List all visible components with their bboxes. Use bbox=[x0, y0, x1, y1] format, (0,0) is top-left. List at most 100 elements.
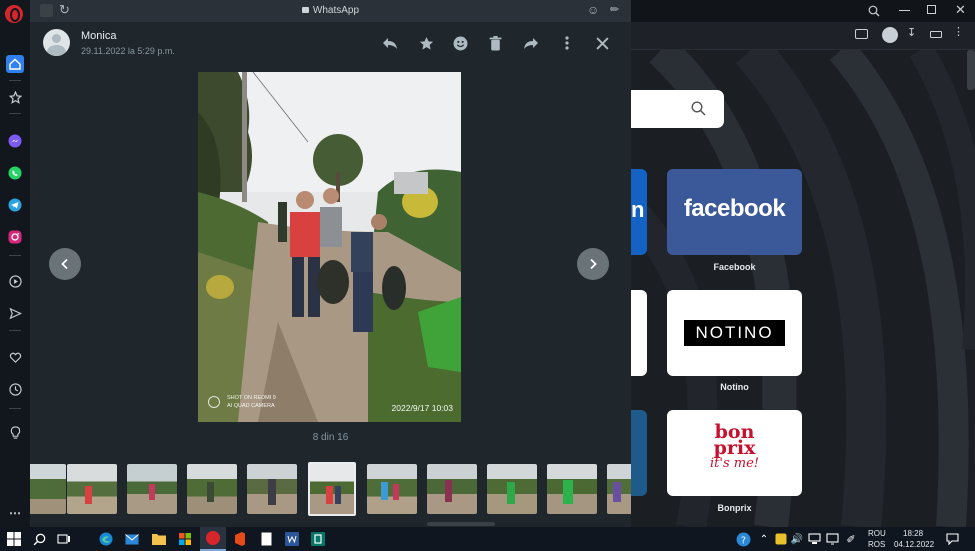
network-icon[interactable] bbox=[806, 531, 822, 547]
heart-icon[interactable] bbox=[6, 348, 24, 366]
page-scrollbar[interactable] bbox=[967, 50, 975, 90]
minimize-icon[interactable] bbox=[899, 10, 910, 11]
photo-watermark-line2: AI QUAD CAMERA bbox=[227, 403, 275, 409]
thumbnail-figure bbox=[507, 482, 515, 504]
speed-dial-bonprix[interactable]: bon prix it's me! bbox=[667, 410, 802, 496]
previous-button[interactable] bbox=[49, 248, 81, 280]
restore-icon[interactable] bbox=[927, 5, 936, 14]
thumbnail-figure bbox=[445, 480, 452, 502]
photo-watermark-line1: SHOT ON REDMI 9 bbox=[227, 395, 276, 401]
thumbnail-figure bbox=[335, 486, 341, 504]
thumbnail[interactable] bbox=[367, 464, 417, 514]
volume-icon[interactable]: 🔊 bbox=[789, 531, 805, 547]
thumbnail-strip bbox=[30, 462, 631, 516]
speed-dial-label-bonprix: Bonprix bbox=[717, 503, 752, 513]
thumbnail[interactable] bbox=[247, 464, 297, 514]
profile-icon[interactable] bbox=[882, 27, 898, 43]
forward-icon[interactable] bbox=[522, 34, 540, 52]
emoji-icon[interactable]: ☺ bbox=[587, 3, 599, 17]
tray-expand-icon[interactable]: ⌃ bbox=[756, 531, 772, 547]
media-photo[interactable]: SHOT ON REDMI 9 AI QUAD CAMERA 2022/9/17… bbox=[198, 72, 461, 422]
file-explorer-icon[interactable] bbox=[151, 531, 167, 547]
clock-date[interactable]: 04.12.2022 bbox=[894, 540, 934, 549]
notepad-icon[interactable] bbox=[258, 531, 274, 547]
thumbnail-scrollbar[interactable] bbox=[427, 522, 495, 526]
thumbnail-figure bbox=[381, 482, 388, 500]
edge-icon[interactable] bbox=[98, 531, 114, 547]
thumbnail[interactable] bbox=[127, 464, 177, 514]
bonprix-logo: bon prix it's me! bbox=[667, 423, 802, 472]
clock-time[interactable]: 18:28 bbox=[903, 529, 923, 538]
chevron-right-icon bbox=[590, 258, 597, 270]
thumbnail-figure bbox=[268, 479, 276, 505]
react-emoji-icon[interactable] bbox=[451, 34, 469, 52]
office-icon[interactable] bbox=[232, 531, 248, 547]
thumbnail[interactable] bbox=[487, 464, 537, 514]
avatar[interactable] bbox=[43, 29, 70, 56]
snapshot-icon[interactable] bbox=[855, 29, 868, 39]
next-button[interactable] bbox=[577, 248, 609, 280]
contact-name[interactable]: Monica bbox=[81, 30, 116, 42]
downloads-icon[interactable]: ↧ bbox=[907, 26, 916, 39]
speed-dial-tile-partial[interactable]: n bbox=[631, 169, 647, 255]
photo-date-stamp: 2022/9/17 10:03 bbox=[391, 403, 453, 413]
thumbnail-figure bbox=[613, 482, 621, 502]
chevron-left-icon bbox=[61, 258, 68, 270]
help-icon[interactable]: ? bbox=[735, 531, 751, 547]
window-title: WhatsApp bbox=[30, 5, 631, 16]
player-icon[interactable] bbox=[6, 272, 24, 290]
browser-window-controls: ✕ bbox=[631, 0, 975, 22]
desktop: ⋯ ✕ ↧ ⋮ n facebook Facebook NOTINO Notin… bbox=[0, 0, 975, 551]
whatsapp-icon[interactable] bbox=[6, 164, 24, 182]
language-indicator-top[interactable]: ROU bbox=[868, 529, 886, 538]
opera-logo-icon[interactable] bbox=[5, 5, 23, 23]
word-icon[interactable] bbox=[284, 531, 300, 547]
speed-dial-tile-partial[interactable] bbox=[631, 290, 647, 376]
more-options-icon[interactable]: ⋯ bbox=[6, 504, 24, 522]
language-indicator-bottom[interactable]: ROS bbox=[868, 540, 885, 549]
taskbar-active-app[interactable] bbox=[200, 527, 226, 551]
pen-icon[interactable]: ✐ bbox=[843, 531, 859, 547]
search-icon[interactable] bbox=[31, 531, 47, 547]
speed-dial-search-box[interactable] bbox=[631, 90, 724, 128]
display-icon[interactable] bbox=[824, 531, 840, 547]
messenger-icon[interactable] bbox=[6, 132, 24, 150]
history-icon[interactable] bbox=[6, 380, 24, 398]
reply-icon[interactable] bbox=[381, 34, 399, 52]
tray-app-icon[interactable] bbox=[773, 531, 789, 547]
thumbnail-active[interactable] bbox=[308, 462, 356, 516]
pin-icon[interactable]: ✏ bbox=[610, 3, 619, 16]
windows-start-icon[interactable] bbox=[6, 531, 22, 547]
publisher-icon[interactable] bbox=[310, 531, 326, 547]
thumbnail[interactable] bbox=[187, 464, 237, 514]
close-window-icon[interactable]: ✕ bbox=[955, 2, 966, 18]
delete-icon[interactable] bbox=[486, 34, 504, 52]
speed-dial-facebook[interactable]: facebook bbox=[667, 169, 802, 255]
menu-icon[interactable] bbox=[558, 34, 576, 52]
svg-text:?: ? bbox=[740, 535, 745, 546]
search-tabs-icon[interactable] bbox=[868, 4, 880, 22]
instagram-icon[interactable] bbox=[6, 228, 24, 246]
thumbnail[interactable] bbox=[427, 464, 477, 514]
battery-saver-icon[interactable] bbox=[930, 31, 942, 38]
task-view-icon[interactable] bbox=[56, 531, 72, 547]
close-icon[interactable] bbox=[593, 34, 611, 52]
mail-icon[interactable] bbox=[124, 531, 140, 547]
easy-setup-icon[interactable]: ⋮ bbox=[953, 25, 964, 38]
telegram-icon[interactable] bbox=[6, 196, 24, 214]
thumbnail[interactable] bbox=[30, 464, 66, 514]
send-icon[interactable] bbox=[6, 304, 24, 322]
speed-dial-tile-partial[interactable] bbox=[631, 410, 647, 496]
search-icon[interactable] bbox=[691, 101, 706, 121]
speed-dial-notino[interactable]: NOTINO bbox=[667, 290, 802, 376]
lightbulb-icon[interactable] bbox=[6, 424, 24, 442]
star-icon[interactable] bbox=[417, 34, 435, 52]
lock-icon bbox=[301, 7, 309, 14]
thumbnail[interactable] bbox=[547, 464, 597, 514]
thumbnail[interactable] bbox=[607, 464, 631, 514]
notifications-icon[interactable] bbox=[944, 531, 960, 547]
thumbnail[interactable] bbox=[67, 464, 117, 514]
store-icon[interactable] bbox=[177, 531, 193, 547]
home-icon[interactable] bbox=[6, 55, 24, 73]
bookmarks-icon[interactable] bbox=[6, 88, 24, 106]
